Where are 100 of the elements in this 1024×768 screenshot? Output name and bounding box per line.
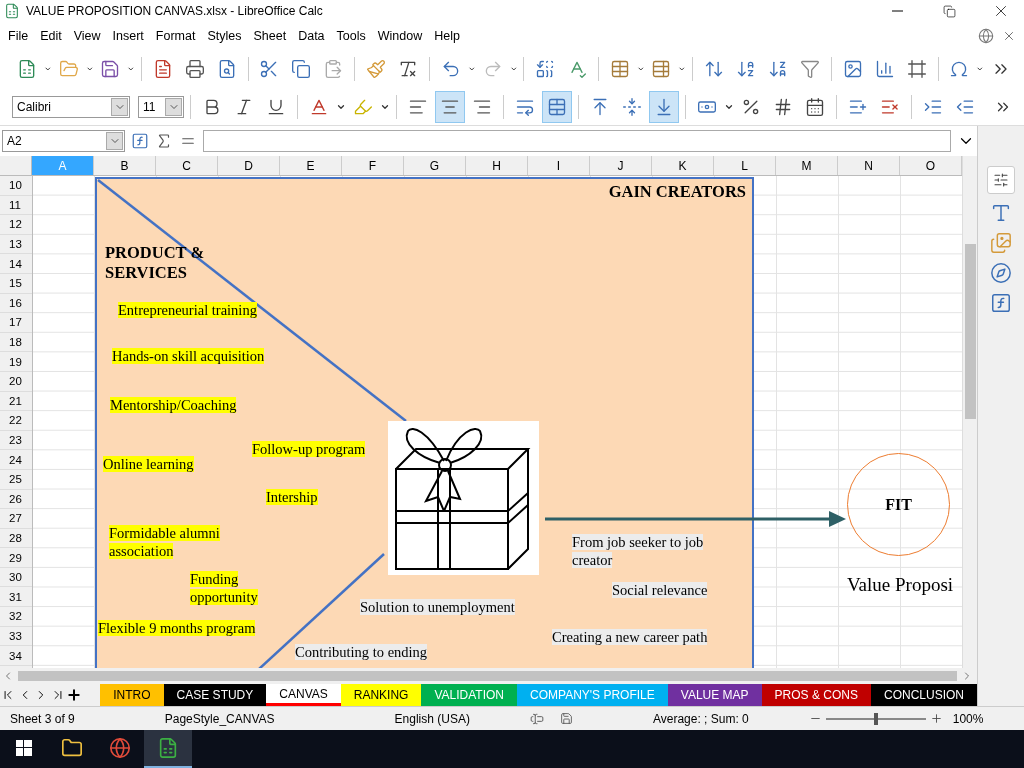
- product-note: Follow-up program: [252, 440, 366, 458]
- horizontal-scrollbar[interactable]: [0, 668, 977, 684]
- name-box[interactable]: A2: [2, 130, 125, 152]
- window-title: VALUE PROPOSITION CANVAS.xlsx - LibreOffice Calc: [26, 4, 324, 18]
- row-header[interactable]: 19: [0, 352, 32, 372]
- zoom-thumb[interactable]: [873, 712, 878, 725]
- row-header[interactable]: 13: [0, 234, 32, 255]
- row-header[interactable]: 15: [0, 273, 32, 294]
- column-header[interactable]: E: [280, 156, 342, 175]
- scroll-thumb[interactable]: [18, 671, 957, 681]
- table-edit-icon: [651, 59, 672, 79]
- font-name-field[interactable]: Calibri: [12, 95, 130, 118]
- row-header[interactable]: 16: [0, 293, 32, 314]
- sheet-tab[interactable]: CASE STUDY: [163, 684, 267, 706]
- formula-input[interactable]: [203, 130, 951, 152]
- column-header[interactable]: F: [342, 156, 404, 175]
- number-format-icon: [773, 96, 793, 117]
- row-header[interactable]: 32: [0, 607, 32, 627]
- row-header[interactable]: 30: [0, 567, 32, 588]
- sort-descending-icon: [767, 59, 788, 79]
- minimize-icon: [891, 10, 903, 12]
- zoom-level: 100%: [951, 711, 985, 726]
- properties-button[interactable]: [987, 166, 1015, 194]
- column-header[interactable]: M: [776, 156, 838, 175]
- column-header[interactable]: K: [652, 156, 714, 175]
- align-center-button[interactable]: [435, 90, 465, 123]
- menu-item[interactable]: Sheet: [247, 27, 293, 45]
- print-icon: [184, 59, 205, 79]
- column-header[interactable]: C: [156, 156, 218, 175]
- menu-item[interactable]: Data: [292, 27, 331, 45]
- column-header[interactable]: J: [590, 156, 652, 175]
- row-header[interactable]: 23: [0, 430, 32, 451]
- vertical-scrollbar[interactable]: [962, 156, 977, 668]
- merge-cells-button[interactable]: [542, 90, 572, 123]
- align-bottom-button[interactable]: [649, 90, 679, 123]
- product-note: Funding opportunity: [190, 570, 259, 606]
- row-header[interactable]: 27: [0, 509, 32, 529]
- scroll-thumb[interactable]: [965, 244, 976, 419]
- row-header[interactable]: 18: [0, 332, 32, 353]
- gain-note: Solution to unemployment: [360, 598, 515, 616]
- spreadsheet-icon: [157, 737, 179, 759]
- row-header[interactable]: 22: [0, 411, 32, 431]
- undo-icon: [441, 59, 461, 79]
- product-note: Flexible 9 months program: [98, 619, 256, 637]
- column-header[interactable]: H: [466, 156, 528, 175]
- row-header[interactable]: 12: [0, 215, 32, 235]
- column-header[interactable]: B: [94, 156, 156, 175]
- menu-item[interactable]: Window: [371, 27, 429, 45]
- product-note: Online learning: [103, 455, 194, 473]
- app-icon: [4, 3, 20, 19]
- sheet-tab[interactable]: INTRO: [100, 684, 164, 706]
- row-header[interactable]: 20: [0, 371, 32, 392]
- copy-icon: [291, 59, 312, 79]
- font-size-field[interactable]: 11: [138, 95, 184, 118]
- menu-item[interactable]: Tools: [330, 27, 372, 45]
- row-header[interactable]: 25: [0, 469, 32, 490]
- row-header[interactable]: 26: [0, 489, 32, 510]
- row-header[interactable]: 34: [0, 646, 32, 666]
- product-note: Formidable alumni association: [109, 524, 221, 560]
- column-header[interactable]: D: [218, 156, 280, 175]
- menu-item[interactable]: Format: [149, 27, 202, 45]
- sheet-tab[interactable]: PROS & CONS: [761, 684, 871, 706]
- row-header[interactable]: 28: [0, 528, 32, 549]
- column-header[interactable]: N: [838, 156, 900, 175]
- product-note: Hands-on skill acquisition: [112, 347, 265, 365]
- gain-note: From job seeker to job creator: [572, 533, 705, 569]
- row-header[interactable]: 11: [0, 195, 32, 216]
- menu-item[interactable]: Insert: [106, 27, 150, 45]
- sheet-tab[interactable]: CONCLUSION: [870, 684, 977, 706]
- merge-cells-icon: [547, 96, 567, 117]
- row-header[interactable]: 24: [0, 450, 32, 470]
- column-header[interactable]: G: [404, 156, 466, 175]
- row-header[interactable]: 29: [0, 548, 32, 568]
- dropdown-button[interactable]: [165, 97, 182, 116]
- row-header[interactable]: 31: [0, 587, 32, 608]
- menu-item[interactable]: File: [2, 27, 35, 45]
- image-icon: [842, 59, 863, 79]
- sort-icon: [703, 59, 724, 79]
- row-header[interactable]: 17: [0, 313, 32, 333]
- taskbar-app[interactable]: [144, 730, 192, 768]
- menu-item[interactable]: Edit: [34, 27, 68, 45]
- selection-summary: Average: ; Sum: 0: [651, 711, 750, 726]
- row-header[interactable]: 21: [0, 391, 32, 412]
- windows-logo-icon: [16, 740, 32, 756]
- sheet-tab[interactable]: VALUE MAP: [667, 684, 762, 706]
- sheet-tab[interactable]: RANKING: [340, 684, 422, 706]
- menu-item[interactable]: Styles: [201, 27, 248, 45]
- menu-item[interactable]: View: [67, 27, 107, 45]
- sheet-tab[interactable]: CANVAS: [266, 684, 341, 706]
- row-header[interactable]: 10: [0, 176, 32, 196]
- dropdown-button[interactable]: [111, 97, 128, 116]
- omega-icon: [949, 59, 970, 79]
- column-header[interactable]: I: [528, 156, 590, 175]
- row-header[interactable]: 14: [0, 254, 32, 274]
- zoom-in-icon: [929, 712, 943, 725]
- column-header[interactable]: L: [714, 156, 776, 175]
- spreadsheet-icon: [17, 59, 37, 79]
- row-header[interactable]: 33: [0, 626, 32, 647]
- menu-item[interactable]: Help: [428, 27, 466, 45]
- center-vertical-icon: [622, 96, 642, 117]
